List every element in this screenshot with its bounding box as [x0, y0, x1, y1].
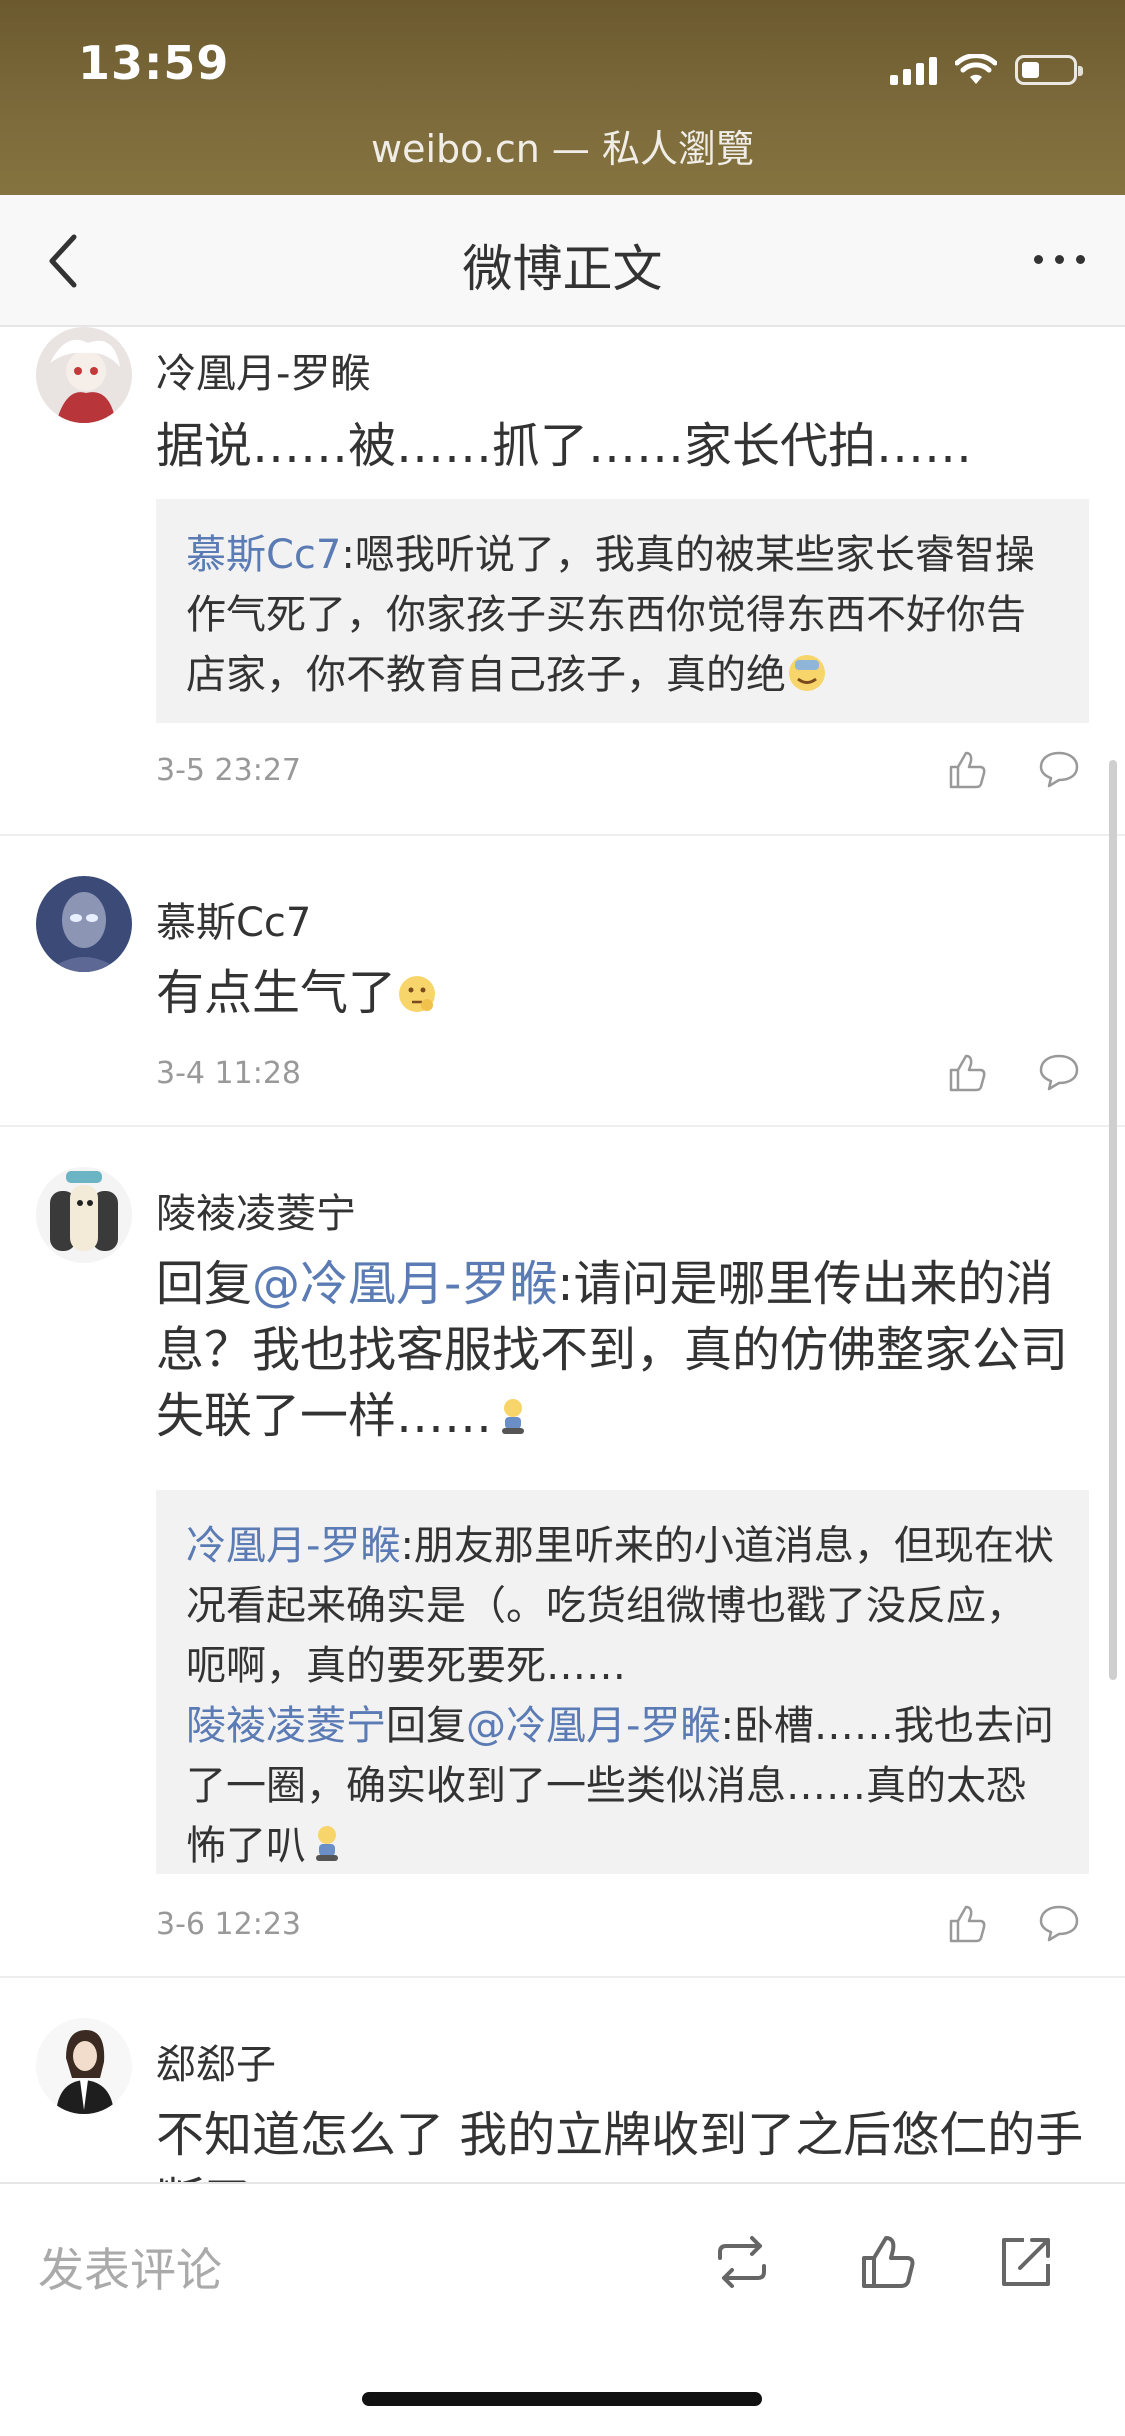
share-icon[interactable] — [996, 2232, 1056, 2292]
comment-item: 郄郄子 不知道怎么了 我的立牌收到了之后悠仁的手断了 — [0, 1978, 1125, 2182]
more-dots-icon[interactable] — [1034, 255, 1085, 264]
comment-item: 冷凰月-罗睺 据说……被……抓了……家长代拍…… 慕斯Cc7:嗯我听说了，我真的… — [0, 327, 1125, 836]
comment-text: 有点生气了 — [156, 960, 1085, 1026]
quote-line: 陵祾凌菱宁回复@冷凰月-罗睺:卧槽……我也去问了一圈，确实收到了一些类似消息……… — [186, 1696, 1059, 1876]
avatar[interactable] — [36, 876, 132, 972]
like-icon[interactable] — [945, 1050, 989, 1094]
comment-list: 冷凰月-罗睺 据说……被……抓了……家长代拍…… 慕斯Cc7:嗯我听说了，我真的… — [0, 327, 1125, 2182]
quote-line: 冷凰月-罗睺:朋友那里听来的小道消息，但现在状况看起来确实是（。吃货组微博也戳了… — [186, 1516, 1059, 1696]
comment-username[interactable]: 冷凰月-罗睺 — [156, 341, 370, 399]
thinking-face-emoji-icon — [399, 976, 436, 1012]
page-title: 微博正文 — [462, 240, 663, 298]
reply-mention-link[interactable]: @冷凰月-罗睺 — [252, 1256, 557, 1312]
home-indicator[interactable] — [362, 2392, 762, 2406]
quote-reply-word: 回复 — [386, 1703, 466, 1749]
tired-face-emoji-icon — [789, 655, 825, 691]
comment-text: 不知道怎么了 我的立牌收到了之后悠仁的手断了 — [156, 2102, 1085, 2182]
comment-username[interactable]: 陵祾凌菱宁 — [156, 1181, 356, 1239]
comment-text: 回复@冷凰月-罗睺:请问是哪里传出来的消息？我也找客服找不到，真的仿佛整家公司失… — [156, 1251, 1085, 1449]
comment-icon[interactable] — [1037, 747, 1081, 791]
avatar[interactable] — [36, 2018, 132, 2114]
comment-time: 3-6 12:23 — [156, 1907, 301, 1942]
scrollbar[interactable] — [1109, 760, 1117, 1680]
battery-icon — [1015, 55, 1083, 85]
comment-icon[interactable] — [1037, 1901, 1081, 1945]
like-icon[interactable] — [858, 2232, 918, 2292]
comment-text-content: 有点生气了 — [156, 965, 397, 1021]
like-icon[interactable] — [945, 747, 989, 791]
avatar[interactable] — [36, 1167, 132, 1263]
battery-level — [1022, 62, 1039, 78]
like-icon[interactable] — [945, 1901, 989, 1945]
avatar[interactable] — [36, 327, 132, 423]
status-bar: 13:59 weibo.cn — 私人瀏覽 — [0, 0, 1125, 195]
cell-signal-icon — [890, 55, 937, 85]
comment-time: 3-5 23:27 — [156, 753, 301, 788]
comment-input[interactable]: 发表评论 — [38, 2234, 222, 2300]
comment-username[interactable]: 慕斯Cc7 — [156, 890, 311, 948]
nav-bar: 微博正文 — [0, 195, 1125, 327]
quote-username[interactable]: 陵祾凌菱宁 — [186, 1703, 386, 1749]
sitting-figure-emoji-icon — [316, 1826, 338, 1861]
status-time: 13:59 — [78, 36, 230, 90]
comment-text-content: 不知道怎么了 我的立牌收到了之后悠仁的手断了 — [156, 2107, 1084, 2182]
comment-item: 陵祾凌菱宁 回复@冷凰月-罗睺:请问是哪里传出来的消息？我也找客服找不到，真的仿… — [0, 1127, 1125, 1978]
reply-quote-box[interactable]: 冷凰月-罗睺:朋友那里听来的小道消息，但现在状况看起来确实是（。吃货组微博也戳了… — [156, 1490, 1089, 1874]
comment-time: 3-4 11:28 — [156, 1056, 301, 1091]
sitting-figure-emoji-icon — [502, 1399, 525, 1434]
status-icons — [890, 50, 1083, 90]
reply-quote-box[interactable]: 慕斯Cc7:嗯我听说了，我真的被某些家长睿智操作气死了，你家孩子买东西你觉得东西… — [156, 499, 1089, 723]
comment-username[interactable]: 郄郄子 — [156, 2032, 276, 2090]
quote-mention-link[interactable]: @冷凰月-罗睺 — [466, 1703, 720, 1749]
quote-username[interactable]: 慕斯Cc7 — [186, 532, 341, 578]
comment-icon[interactable] — [1037, 1050, 1081, 1094]
comment-text: 据说……被……抓了……家长代拍…… — [156, 418, 973, 474]
repost-icon[interactable] — [712, 2232, 772, 2292]
reply-word: 回复 — [156, 1256, 253, 1312]
comment-item: 慕斯Cc7 有点生气了 3-4 11:28 — [0, 836, 1125, 1127]
wifi-icon — [955, 54, 997, 84]
quote-username[interactable]: 冷凰月-罗睺 — [186, 1523, 400, 1569]
browser-url[interactable]: weibo.cn — 私人瀏覽 — [0, 118, 1125, 173]
